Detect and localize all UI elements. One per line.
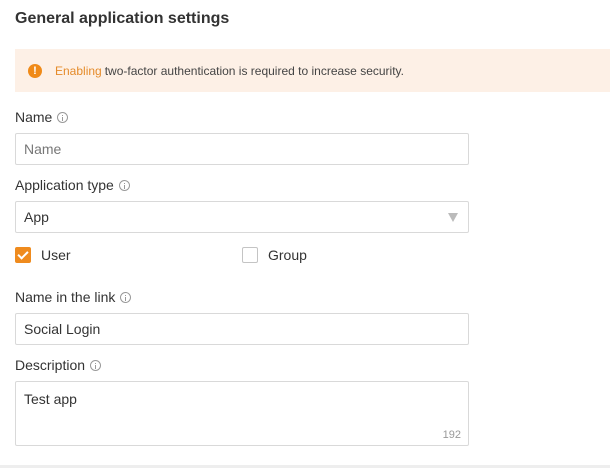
page-title: General application settings	[15, 10, 230, 27]
description-value: Test app	[24, 391, 77, 407]
name-label: Name	[15, 108, 69, 126]
group-checkbox-label: Group	[268, 247, 307, 263]
group-checkbox-option[interactable]: Group	[242, 247, 307, 263]
enabling-link[interactable]: Enabling	[55, 64, 102, 78]
application-type-label-text: Application type	[15, 177, 114, 193]
info-icon[interactable]	[57, 111, 69, 123]
group-checkbox[interactable]	[242, 247, 258, 263]
user-checkbox-label: User	[41, 247, 71, 263]
info-icon[interactable]	[118, 179, 130, 191]
info-icon[interactable]	[90, 359, 102, 371]
exclamation-circle-icon: !	[28, 63, 42, 78]
name-label-text: Name	[15, 109, 53, 125]
name-in-link-input[interactable]	[15, 313, 469, 345]
user-checkbox[interactable]	[15, 247, 31, 263]
info-icon[interactable]	[120, 291, 132, 303]
description-textarea[interactable]: Test app 192	[15, 381, 469, 446]
description-label: Description	[15, 356, 102, 374]
application-type-value: App	[24, 209, 49, 225]
description-label-text: Description	[15, 357, 86, 373]
application-type-select[interactable]: App	[15, 201, 469, 233]
name-input[interactable]	[15, 133, 469, 165]
name-in-link-label: Name in the link	[15, 288, 132, 306]
alert-message: two-factor authentication is required to…	[104, 63, 404, 78]
name-in-link-label-text: Name in the link	[15, 289, 116, 305]
user-checkbox-option[interactable]: User	[15, 247, 71, 263]
security-alert: ! Enabling two-factor authentication is …	[15, 49, 610, 92]
application-type-label: Application type	[15, 176, 130, 194]
caret-down-icon	[448, 213, 458, 222]
character-counter: 192	[442, 429, 461, 441]
